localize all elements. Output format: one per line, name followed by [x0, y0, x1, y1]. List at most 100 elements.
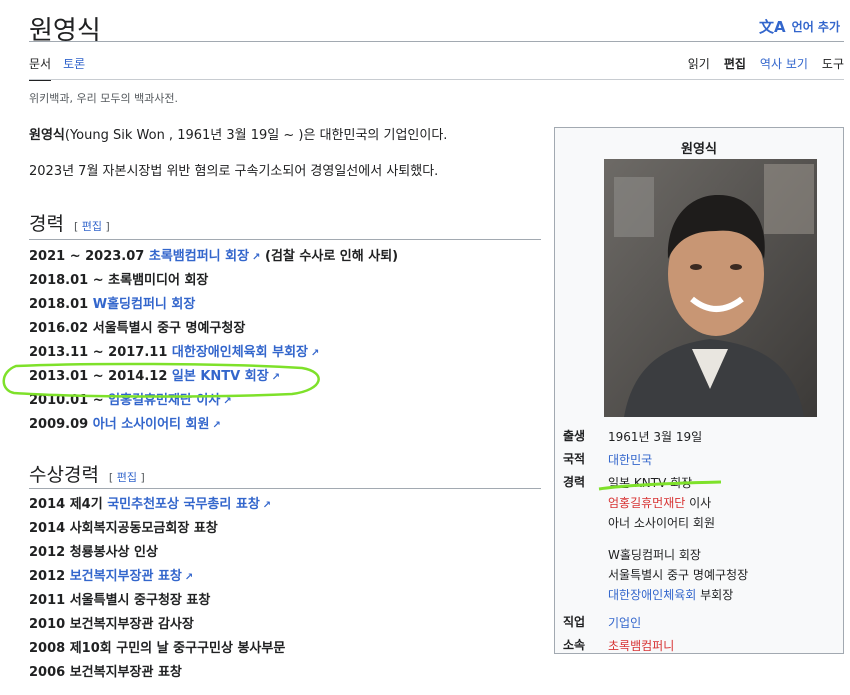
item-text: 2010 보건복지부장관 감사장 — [29, 617, 194, 632]
item-text: 2021 ~ 2023.07 — [29, 249, 149, 264]
list-item: 2012 보건복지부장관 표창 ↗ — [29, 565, 285, 589]
list-item: 2018.01 ~ 초록뱀미디어 회장 — [29, 269, 398, 293]
list-item: 2008 제10회 구민의 날 중구구민상 봉사부문 — [29, 637, 285, 661]
item-text: (검찰 수사로 인해 사퇴) — [260, 249, 399, 264]
redlink[interactable]: 엄홍길휴먼재단 — [608, 496, 685, 510]
awards-heading: 수상경력 [ 편집 ] — [29, 460, 145, 487]
item-text: 2010.01 ~ — [29, 393, 109, 408]
tab-edit[interactable]: 편집 — [724, 55, 746, 72]
awards-edit-section: [ 편집 ] — [108, 471, 145, 484]
career-line: 아너 소사이어티 회원 — [608, 516, 715, 530]
list-item: 2016.02 서울특별시 중구 명예구청장 — [29, 317, 398, 341]
item-text: 2012 청룡봉사상 인상 — [29, 545, 158, 560]
external-link[interactable]: 엄홍길휴먼재단 이사 — [108, 393, 220, 408]
list-item: 2018.01 W홀딩컴퍼니 회장 — [29, 293, 398, 317]
list-item: 2021 ~ 2023.07 초록뱀컴퍼니 회장 ↗ (검찰 수사로 인해 사퇴) — [29, 245, 398, 269]
translate-icon: 文A — [759, 18, 786, 36]
list-item: 2009.09 아너 소사이어티 회원 ↗ — [29, 413, 398, 437]
external-link-icon: ↗ — [223, 396, 232, 407]
infobox-row-nationality: 국적 대한민국 — [563, 448, 839, 471]
external-link[interactable]: 보건복지부장관 표창 — [70, 569, 182, 584]
infobox: 원영식 출생 1961년 3월 19일 국적 대한민국 경력 일본 KNTV 회… — [554, 127, 844, 654]
infobox-rows: 출생 1961년 3월 19일 국적 대한민국 경력 일본 KNTV 회장 엄홍… — [563, 425, 839, 657]
tab-read[interactable]: 읽기 — [688, 55, 710, 72]
infobox-value: 1961년 3월 19일 — [608, 430, 703, 444]
infobox-row-career: 경력 일본 KNTV 회장 엄홍길휴먼재단 이사 아너 소사이어티 회원 W홀딩… — [563, 471, 839, 605]
item-text: 2008 제10회 구민의 날 중구구민상 봉사부문 — [29, 641, 286, 656]
nationality-link[interactable]: 대한민국 — [608, 453, 652, 467]
infobox-label: 소속 — [563, 638, 586, 652]
awards-heading-text: 수상경력 — [29, 464, 99, 486]
external-link[interactable]: 아너 소사이어티 회원 — [93, 417, 210, 432]
item-text: 2006 보건복지부장관 표창 — [29, 665, 182, 680]
item-text: 2011 서울특별시 중구청장 표창 — [29, 593, 211, 608]
add-language-label: 언어 추가 — [791, 20, 840, 34]
infobox-row-job: 직업 기업인 — [563, 611, 839, 634]
list-item: 2010 보건복지부장관 감사장 — [29, 613, 285, 637]
infobox-label: 출생 — [563, 429, 586, 443]
title-divider — [29, 41, 844, 42]
infobox-label: 직업 — [563, 615, 586, 629]
infobox-row-affiliation: 소속 초록뱀컴퍼니 — [563, 634, 839, 657]
item-text: 2018.01 ~ 초록뱀미디어 회장 — [29, 273, 209, 288]
item-text: 2012 — [29, 569, 70, 584]
infobox-career-list: 일본 KNTV 회장 엄홍길휴먼재단 이사 아너 소사이어티 회원 W홀딩컴퍼니… — [608, 471, 839, 605]
infobox-row-birth: 출생 1961년 3월 19일 — [563, 425, 839, 448]
tab-talk[interactable]: 토론 — [63, 55, 85, 81]
infobox-label: 국적 — [563, 452, 586, 466]
intro-text: (Young Sik Won , 1961년 3월 19일 ~ )은 대한민국의… — [64, 128, 448, 143]
intro-paragraph: 원영식(Young Sik Won , 1961년 3월 19일 ~ )은 대한… — [29, 127, 447, 145]
external-link-icon: ↗ — [311, 348, 320, 359]
item-text: 2014 사회복지공동모금회장 표창 — [29, 521, 218, 536]
external-link[interactable]: 대한장애인체육회 부회장 — [172, 345, 308, 360]
external-link-icon: ↗ — [271, 372, 281, 383]
career-line: 엄홍길휴먼재단 이사 — [608, 493, 839, 513]
career-heading-rule — [29, 239, 541, 240]
intro-name: 원영식 — [29, 128, 65, 143]
portrait-photo[interactable] — [604, 159, 817, 417]
career-heading-text: 경력 — [29, 213, 64, 235]
infobox-label: 경력 — [563, 475, 586, 489]
tabs-divider — [29, 79, 844, 80]
internal-link[interactable]: W홀딩컴퍼니 회장 — [93, 297, 196, 312]
career-suffix: 부회장 — [696, 588, 734, 602]
external-link-icon: ↗ — [212, 420, 221, 431]
career-edit-link[interactable]: 편집 — [82, 220, 102, 233]
list-item: 2013.11 ~ 2017.11 대한장애인체육회 부회장 ↗ — [29, 341, 398, 365]
affiliation-redlink[interactable]: 초록뱀컴퍼니 — [608, 639, 674, 653]
internal-link[interactable]: 대한장애인체육회 — [608, 588, 696, 602]
tab-article[interactable]: 문서 — [29, 55, 51, 81]
awards-list: 2014 제4기 국민추천포상 국무총리 표창 ↗ 2014 사회복지공동모금회장… — [29, 493, 285, 685]
awards-heading-rule — [29, 488, 541, 489]
add-language-button[interactable]: 文A 언어 추가 — [759, 16, 840, 37]
tab-history[interactable]: 역사 보기 — [760, 55, 808, 72]
job-link[interactable]: 기업인 — [608, 616, 641, 630]
namespace-tabs: 문서 토론 — [29, 55, 85, 81]
career-line: 일본 KNTV 회장 — [608, 476, 693, 490]
career-list: 2021 ~ 2023.07 초록뱀컴퍼니 회장 ↗ (검찰 수사로 인해 사퇴)… — [29, 245, 398, 437]
career-line: 대한장애인체육회 부회장 — [608, 585, 839, 605]
list-item: 2010.01 ~ 엄홍길휴먼재단 이사 ↗ — [29, 389, 398, 413]
item-text: 2014 제4기 — [29, 497, 108, 512]
site-tagline: 위키백과, 우리 모두의 백과사전. — [29, 92, 179, 105]
external-link[interactable]: 초록뱀컴퍼니 회장 — [149, 249, 249, 264]
external-link[interactable]: 국민추천포상 국무총리 표창 — [107, 497, 260, 512]
external-link[interactable]: 일본 KNTV 회장 — [172, 369, 269, 384]
infobox-title: 원영식 — [681, 142, 717, 157]
item-text: 2018.01 — [29, 297, 93, 312]
view-tabs: 읽기 편집 역사 보기 도구 — [688, 55, 844, 72]
career-edit-section: [ 편집 ] — [73, 220, 110, 233]
career-line: W홀딩컴퍼니 회장 — [608, 548, 701, 562]
intro-paragraph-2: 2023년 7월 자본시장법 위반 혐의로 구속기소되어 경영일선에서 사퇴했다… — [29, 164, 439, 179]
career-line: 서울특별시 중구 명예구청장 — [608, 568, 749, 582]
external-link-icon: ↗ — [184, 572, 194, 583]
item-text: 2016.02 서울특별시 중구 명예구청장 — [29, 321, 246, 336]
awards-edit-link[interactable]: 편집 — [117, 471, 137, 484]
tab-tools[interactable]: 도구 — [822, 55, 844, 72]
list-item: 2014 사회복지공동모금회장 표창 — [29, 517, 285, 541]
list-item: 2012 청룡봉사상 인상 — [29, 541, 285, 565]
item-text: 2013.01 ~ 2014.12 — [29, 369, 172, 384]
external-link-icon: ↗ — [262, 500, 272, 511]
career-heading: 경력 [ 편집 ] — [29, 209, 110, 236]
